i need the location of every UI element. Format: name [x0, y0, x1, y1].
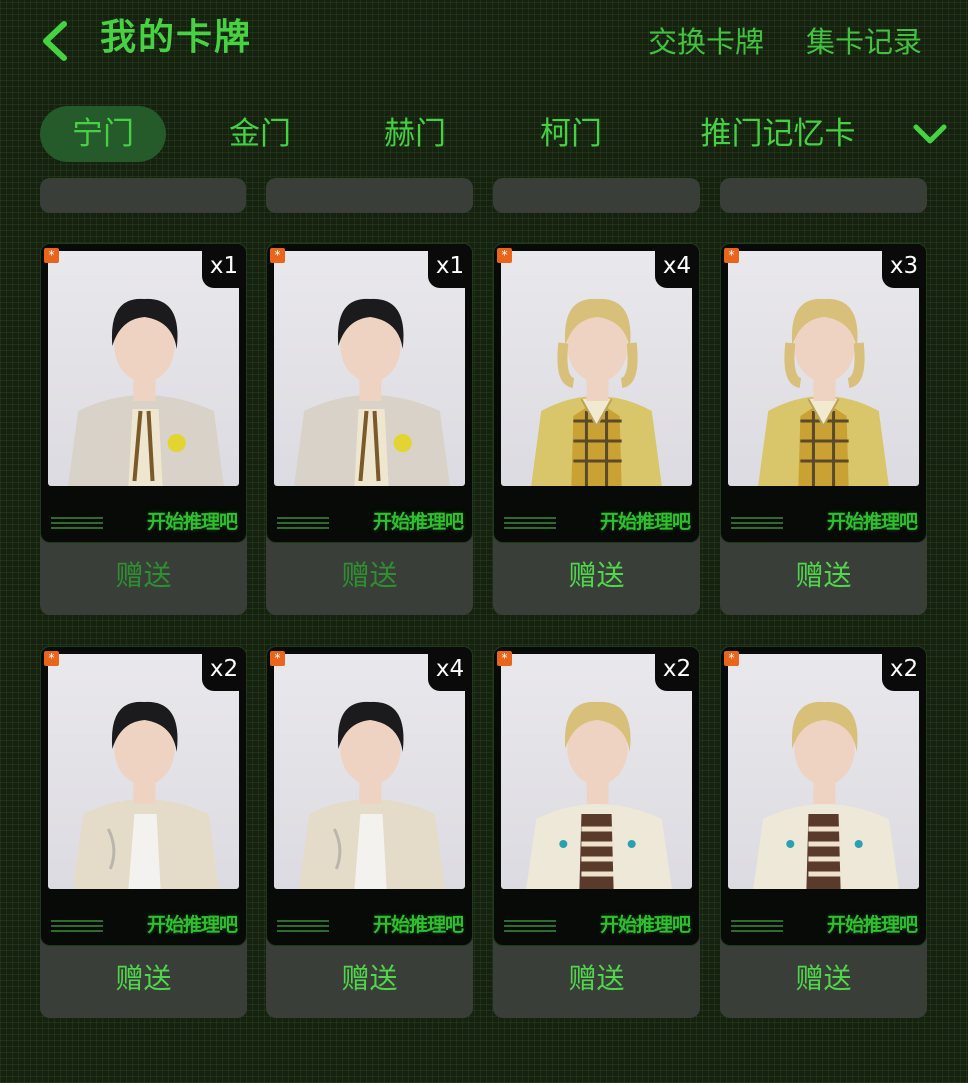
- corner-mark-icon: *: [270, 248, 285, 263]
- page-title: 我的卡牌: [100, 17, 253, 58]
- tab-ning-men[interactable]: 宁门: [40, 106, 166, 162]
- tab-ke-men[interactable]: 柯门: [521, 106, 621, 162]
- corner-mark-icon: *: [497, 248, 512, 263]
- card-tile: * x3 开始推理吧赠送: [720, 243, 927, 615]
- corner-mark-icon: *: [497, 651, 512, 666]
- chevron-down-icon: [913, 124, 947, 144]
- card-logo: 开始推理吧: [826, 914, 918, 936]
- card-count-badge: x4: [428, 647, 472, 691]
- tab-he-men[interactable]: 赫门: [365, 106, 465, 162]
- card-tile: * x2 开始推理吧赠送: [493, 646, 700, 1018]
- card-count-badge: x2: [202, 647, 246, 691]
- tab-memory-cards[interactable]: 推门记忆卡: [686, 106, 870, 162]
- card-footer-lines: [504, 920, 556, 934]
- card-count-badge: x1: [428, 244, 472, 288]
- card-tile: * x1 开始推理吧赠送: [40, 243, 247, 615]
- card-image[interactable]: * x4 开始推理吧: [266, 646, 473, 946]
- corner-mark-icon: *: [270, 651, 285, 666]
- corner-mark-icon: *: [44, 248, 59, 263]
- card-tile: * x1 开始推理吧赠送: [266, 243, 473, 615]
- card-tile: * x4 开始推理吧赠送: [493, 243, 700, 615]
- gift-button[interactable]: 赠送: [40, 556, 247, 596]
- card-logo: 开始推理吧: [146, 914, 238, 936]
- card-count-badge: x2: [655, 647, 699, 691]
- card-footer-lines: [731, 920, 783, 934]
- chevron-left-icon: [43, 21, 67, 61]
- exchange-cards-link[interactable]: 交换卡牌: [648, 22, 764, 62]
- card-logo: 开始推理吧: [372, 511, 464, 533]
- card-footer-lines: [731, 517, 783, 531]
- card-image[interactable]: * x2 开始推理吧: [720, 646, 927, 946]
- more-tabs-button[interactable]: [906, 112, 954, 156]
- card-footer-lines: [51, 920, 103, 934]
- gift-button[interactable]: 赠送: [720, 556, 927, 596]
- back-button[interactable]: [30, 18, 80, 64]
- gift-button[interactable]: 赠送: [40, 959, 247, 999]
- card-image[interactable]: * x4 开始推理吧: [493, 243, 700, 543]
- corner-mark-icon: *: [724, 651, 739, 666]
- card-footer-lines: [51, 517, 103, 531]
- card-image[interactable]: * x2 开始推理吧: [40, 646, 247, 946]
- card-image[interactable]: * x1 开始推理吧: [266, 243, 473, 543]
- card-logo: 开始推理吧: [146, 511, 238, 533]
- previous-row-card-stub: [720, 178, 927, 213]
- card-count-badge: x1: [202, 244, 246, 288]
- card-logo: 开始推理吧: [599, 914, 691, 936]
- card-count-badge: x2: [882, 647, 926, 691]
- previous-row-card-stub: [266, 178, 473, 213]
- corner-mark-icon: *: [724, 248, 739, 263]
- gift-button[interactable]: 赠送: [493, 959, 700, 999]
- card-tile: * x2 开始推理吧赠送: [720, 646, 927, 1018]
- collection-records-link[interactable]: 集卡记录: [806, 22, 922, 62]
- card-footer-lines: [277, 517, 329, 531]
- card-count-badge: x4: [655, 244, 699, 288]
- card-tile: * x2 开始推理吧赠送: [40, 646, 247, 1018]
- card-logo: 开始推理吧: [826, 511, 918, 533]
- previous-row-card-stub: [40, 178, 246, 213]
- corner-mark-icon: *: [44, 651, 59, 666]
- gift-button[interactable]: 赠送: [266, 959, 473, 999]
- card-image[interactable]: * x3 开始推理吧: [720, 243, 927, 543]
- gift-button[interactable]: 赠送: [720, 959, 927, 999]
- card-footer-lines: [277, 920, 329, 934]
- card-count-badge: x3: [882, 244, 926, 288]
- gift-button[interactable]: 赠送: [493, 556, 700, 596]
- tab-jin-men[interactable]: 金门: [210, 106, 310, 162]
- card-image[interactable]: * x1 开始推理吧: [40, 243, 247, 543]
- card-footer-lines: [504, 517, 556, 531]
- previous-row-card-stub: [493, 178, 700, 213]
- card-logo: 开始推理吧: [372, 914, 464, 936]
- gift-button[interactable]: 赠送: [266, 556, 473, 596]
- card-image[interactable]: * x2 开始推理吧: [493, 646, 700, 946]
- card-tile: * x4 开始推理吧赠送: [266, 646, 473, 1018]
- card-logo: 开始推理吧: [599, 511, 691, 533]
